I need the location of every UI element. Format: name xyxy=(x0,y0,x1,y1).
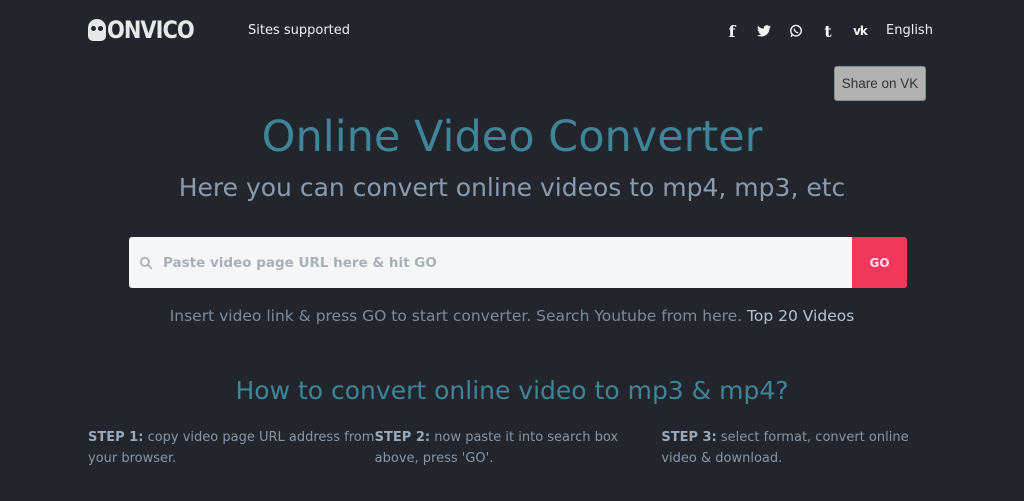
sites-supported-link[interactable]: Sites supported xyxy=(248,23,350,38)
search-icon xyxy=(139,256,153,269)
howto-title: How to convert online video to mp3 & mp4… xyxy=(235,376,789,405)
step-2: STEP 2: now paste it into search box abo… xyxy=(375,427,662,469)
step-label: STEP 3: xyxy=(661,430,717,445)
step-1: STEP 1: copy video page URL address from… xyxy=(88,427,375,469)
video-url-input[interactable] xyxy=(161,237,852,288)
go-button[interactable]: GO xyxy=(852,237,907,288)
steps-list: STEP 1: copy video page URL address from… xyxy=(88,427,948,469)
page-title: Online Video Converter xyxy=(261,112,763,162)
logo-text: ONVICO xyxy=(107,16,195,44)
step-label: STEP 1: xyxy=(88,430,144,445)
facebook-icon[interactable]: f xyxy=(716,21,748,41)
top-20-videos-link[interactable]: Top 20 Videos xyxy=(747,307,854,325)
page-subtitle: Here you can convert online videos to mp… xyxy=(178,173,846,202)
skull-logo-icon xyxy=(88,19,106,41)
site-logo[interactable]: ONVICO xyxy=(88,16,195,44)
step-3: STEP 3: select format, convert online vi… xyxy=(661,427,948,469)
share-on-vk-button[interactable]: Share on VK xyxy=(834,66,926,101)
language-selector[interactable]: English xyxy=(886,23,933,38)
hint-text: Insert video link & press GO to start co… xyxy=(169,307,743,325)
social-links: f t vk xyxy=(716,21,876,41)
twitter-icon[interactable] xyxy=(748,21,780,41)
whatsapp-icon[interactable] xyxy=(780,21,812,41)
search-hint: Insert video link & press GO to start co… xyxy=(0,307,1024,325)
tumblr-icon[interactable]: t xyxy=(812,21,844,41)
search-field xyxy=(129,237,852,288)
vk-icon[interactable]: vk xyxy=(844,21,876,41)
search-bar: GO xyxy=(129,237,907,288)
step-label: STEP 2: xyxy=(374,430,431,445)
